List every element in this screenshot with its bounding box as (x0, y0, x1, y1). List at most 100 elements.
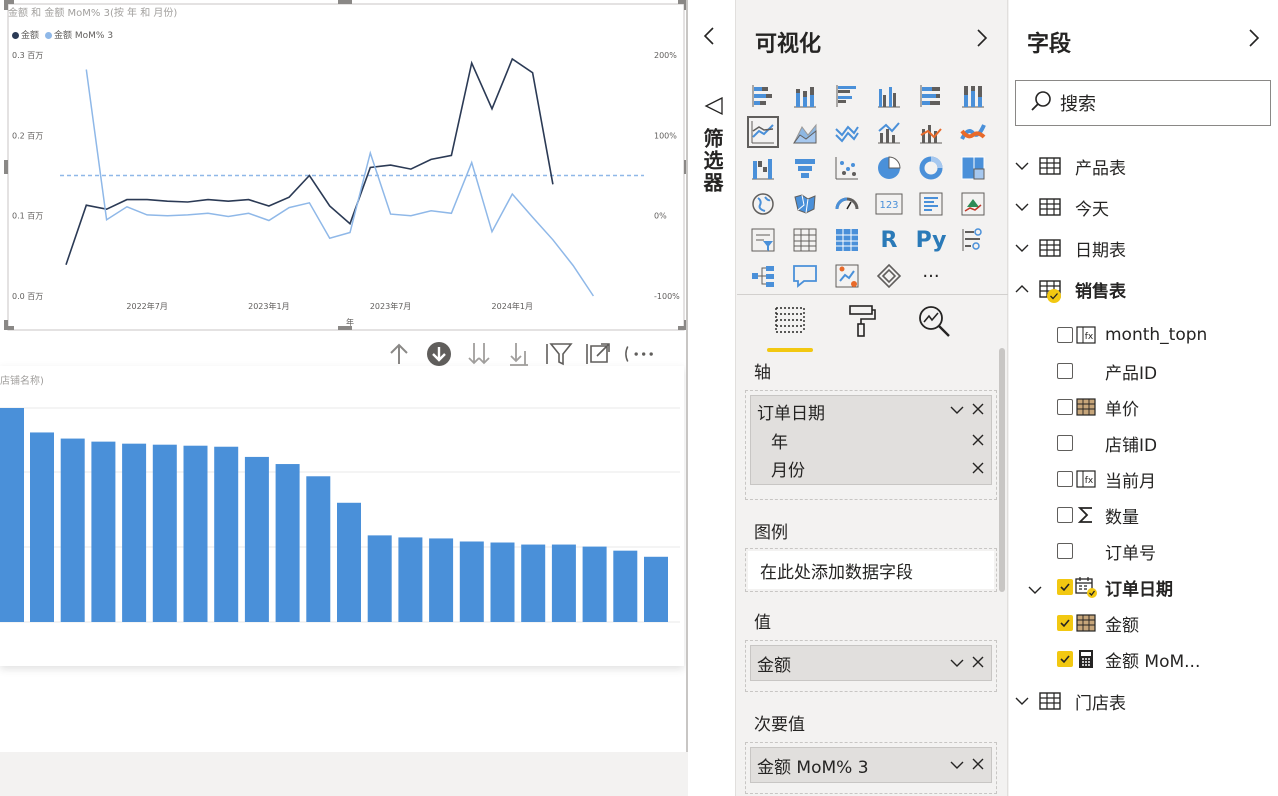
resize-handle[interactable] (338, 0, 352, 4)
field-item-5[interactable]: 数量 (1009, 498, 1278, 532)
bar[interactable] (275, 464, 300, 622)
fields-search-box[interactable]: 搜索 (1015, 80, 1271, 126)
bar[interactable] (91, 441, 116, 622)
axis-subfield-month[interactable]: 月份 (751, 454, 991, 482)
bar[interactable] (0, 408, 24, 622)
line-and-stacked-column-chart-icon[interactable] (873, 116, 905, 148)
secondary-values-well[interactable]: 金额 MoM% 3 (745, 742, 997, 794)
line-chart-visual[interactable]: 0.3 百万 0.2 百万 0.1 百万 0.0 百万 200% 100% 0% -100% 2… (0, 0, 688, 340)
power-apps-icon[interactable] (873, 260, 905, 292)
bar[interactable] (459, 541, 484, 622)
matrix-icon[interactable] (831, 224, 863, 256)
field-checkbox[interactable] (1057, 543, 1073, 559)
values-well[interactable]: 金额 (745, 640, 997, 692)
resize-handle[interactable] (4, 320, 8, 330)
card-icon[interactable]: 123 (873, 188, 905, 220)
slicer-icon[interactable] (747, 224, 779, 256)
axis-subfield-year[interactable]: 年 (751, 426, 991, 454)
bar[interactable] (30, 432, 54, 622)
more-options-icon[interactable] (624, 339, 654, 369)
more-visuals-icon[interactable]: ··· (915, 260, 947, 292)
expand-table-chevron-down-icon[interactable] (1009, 695, 1035, 707)
chevron-down-icon[interactable] (949, 402, 965, 422)
field-checkbox[interactable] (1057, 471, 1073, 487)
field-item-2[interactable]: 单价 (1009, 390, 1278, 424)
field-table-store[interactable]: 门店表 (1009, 684, 1126, 718)
resize-handle[interactable] (4, 160, 8, 174)
stacked-bar-chart-icon[interactable] (747, 80, 779, 112)
remove-field-close-icon[interactable] (971, 757, 985, 777)
expand-date-chevron-down-icon[interactable] (1027, 581, 1043, 601)
bar[interactable] (551, 544, 576, 622)
bar[interactable] (122, 443, 147, 622)
collapse-visualizations-chevron-icon[interactable] (975, 28, 989, 53)
donut-chart-icon[interactable] (915, 152, 947, 184)
filters-pane-collapsed[interactable]: 筛选器 (688, 0, 736, 796)
field-item-0[interactable]: fx month_topn (1009, 318, 1278, 352)
line-and-clustered-column-chart-icon[interactable] (915, 116, 947, 148)
remove-year-close-icon[interactable] (971, 432, 985, 452)
bar[interactable] (521, 544, 546, 622)
line-chart-icon[interactable] (747, 116, 779, 148)
ribbon-chart-icon[interactable] (957, 116, 989, 148)
collapse-fields-chevron-icon[interactable] (1247, 28, 1261, 53)
key-influencers-icon[interactable] (957, 224, 989, 256)
field-checkbox[interactable] (1057, 435, 1073, 451)
filters-label[interactable]: 筛选器 (698, 128, 727, 194)
field-table-2[interactable]: 日期表 (1009, 231, 1126, 265)
series-line-amount[interactable] (65, 57, 554, 265)
axis-well[interactable]: 订单日期 年 月份 (745, 390, 997, 500)
gauge-icon[interactable] (831, 188, 863, 220)
field-table-3[interactable]: 销售表 (1009, 272, 1126, 306)
chevron-down-icon[interactable] (949, 757, 965, 777)
field-checkbox[interactable] (1057, 327, 1073, 343)
legend-item-mom[interactable]: 金额 MoM% 3 (45, 28, 113, 41)
bar[interactable] (214, 446, 239, 622)
field-item-9[interactable]: 金额 MoM... (1009, 642, 1278, 676)
go-to-next-level-icon[interactable] (464, 339, 494, 369)
treemap-icon[interactable] (957, 152, 989, 184)
multi-row-card-icon[interactable] (915, 188, 947, 220)
bar[interactable] (367, 535, 392, 622)
format-tab[interactable] (837, 304, 887, 346)
field-checkbox[interactable] (1057, 399, 1073, 415)
area-chart-icon[interactable] (789, 116, 821, 148)
chevron-down-icon[interactable] (949, 655, 965, 675)
field-checkbox[interactable] (1057, 579, 1073, 595)
expand-table-chevron-down-icon[interactable] (1009, 160, 1035, 172)
bar[interactable] (582, 546, 607, 622)
focus-mode-icon[interactable] (584, 339, 614, 369)
filled-map-icon[interactable] (789, 188, 821, 220)
bar-chart-visual[interactable]: 店铺名称) (0, 366, 684, 666)
field-item-6[interactable]: 订单号 (1009, 534, 1278, 568)
pie-chart-icon[interactable] (873, 152, 905, 184)
expand-hierarchy-icon[interactable] (504, 339, 534, 369)
drill-up-icon[interactable] (384, 339, 414, 369)
expand-table-chevron-down-icon[interactable] (1009, 201, 1035, 213)
remove-field-close-icon[interactable] (971, 655, 985, 675)
bar[interactable] (60, 438, 85, 622)
values-field-chip[interactable]: 金额 (750, 645, 992, 681)
map-icon[interactable] (747, 188, 779, 220)
field-item-4[interactable]: fx 当前月 (1009, 462, 1278, 496)
filter-icon[interactable] (544, 339, 574, 369)
field-table-1[interactable]: 今天 (1009, 190, 1109, 224)
bar[interactable] (398, 537, 423, 622)
bar[interactable] (644, 556, 668, 622)
bar[interactable] (429, 538, 454, 622)
remove-field-close-icon[interactable] (971, 402, 985, 422)
python-visual-icon[interactable]: Py (915, 224, 947, 256)
stacked-area-chart-icon[interactable] (831, 116, 863, 148)
series-line-mom[interactable] (85, 69, 595, 297)
clustered-bar-chart-icon[interactable] (831, 80, 863, 112)
smart-narrative-icon[interactable] (831, 260, 863, 292)
field-item-8[interactable]: 金额 (1009, 606, 1278, 640)
bar[interactable] (183, 445, 208, 622)
kpi-icon[interactable] (957, 188, 989, 220)
field-item-7[interactable]: 订单日期 (1009, 570, 1278, 604)
legend-item-amount[interactable]: 金额 (12, 28, 39, 41)
remove-month-close-icon[interactable] (971, 460, 985, 480)
field-checkbox[interactable] (1057, 651, 1073, 667)
decomposition-tree-icon[interactable] (747, 260, 779, 292)
expand-table-chevron-down-icon[interactable] (1009, 242, 1035, 254)
